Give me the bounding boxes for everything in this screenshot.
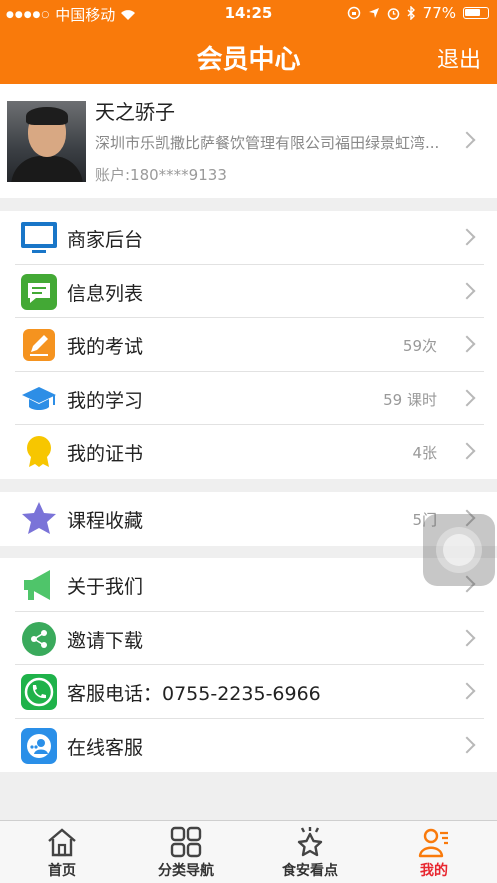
battery-icon [463, 7, 489, 19]
menu-item-label: 我的学习 [67, 389, 144, 412]
tab-label: 分类导航 [158, 863, 214, 879]
star-badge-icon [297, 827, 323, 857]
bluetooth-icon [407, 6, 415, 20]
chevron-right-icon [458, 131, 476, 149]
alarm-icon [387, 7, 399, 20]
menu-item-label: 我的证书 [67, 443, 144, 465]
chevron-right-icon [458, 682, 476, 700]
battery-percent: 77% [422, 4, 456, 22]
home-icon [48, 828, 76, 857]
chevron-right-icon [458, 282, 476, 299]
menu-group-main: 商家后台 信息列表 我的考试 59次 我的学习 59 课时 我的证书 4张 [0, 211, 497, 479]
menu-item-value: 59次 [402, 337, 437, 355]
tab-food-safety[interactable]: 食安看点 [248, 821, 372, 883]
monitor-icon [21, 222, 57, 253]
menu-item-value: 59 课时 [383, 390, 437, 409]
tab-label: 首页 [48, 863, 76, 879]
tab-label: 我的 [420, 863, 448, 879]
menu-item-my-learning[interactable]: 我的学习 59 课时 [0, 372, 497, 425]
tab-mine[interactable]: 我的 [372, 821, 496, 883]
graduation-cap-icon [22, 386, 56, 410]
message-icon [21, 273, 57, 310]
tab-label: 食安看点 [282, 863, 338, 879]
user-icon [418, 828, 448, 858]
menu-item-label: 在线客服 [67, 736, 144, 759]
tab-category-nav[interactable]: 分类导航 [124, 821, 248, 883]
rotation-lock-icon [347, 6, 360, 20]
menu-item-merchant-backend[interactable]: 商家后台 [0, 211, 497, 265]
certificate-medal-icon [27, 436, 51, 467]
menu-item-label: 客服电话：0755-2235-6966 [67, 683, 321, 705]
star-icon [22, 502, 56, 534]
menu-item-label: 我的考试 [67, 336, 144, 358]
exam-pencil-icon [23, 329, 55, 361]
menu-item-service-phone[interactable]: 客服电话：0755-2235-6966 [0, 665, 497, 719]
menu-item-my-exams[interactable]: 我的考试 59次 [0, 318, 497, 372]
chevron-right-icon [458, 228, 476, 246]
chevron-right-icon [458, 736, 476, 753]
profile-card[interactable]: 天之骄子 深圳市乐凯撒比萨餐饮管理有限公司福田绿景虹湾... 账户:180***… [0, 84, 497, 198]
location-icon [368, 8, 379, 18]
online-service-icon [21, 727, 57, 764]
status-bar: ●●●●○ 中国移动 14:25 77% [0, 0, 497, 26]
nav-bar: 会员中心 退出 [0, 26, 497, 84]
assistive-touch-button[interactable] [423, 514, 495, 586]
share-icon [22, 621, 56, 656]
user-company: 深圳市乐凯撒比萨餐饮管理有限公司福田绿景虹湾... [95, 134, 440, 152]
menu-item-label: 课程收藏 [67, 510, 144, 532]
chevron-right-icon [458, 442, 476, 460]
user-account: 账户:180****9133 [95, 166, 227, 184]
menu-item-label: 信息列表 [67, 282, 144, 305]
logout-button[interactable]: 退出 [437, 42, 481, 74]
chevron-right-icon [458, 389, 476, 406]
user-name: 天之骄子 [95, 100, 175, 124]
menu-item-value: 4张 [412, 444, 437, 462]
menu-item-label: 邀请下载 [67, 629, 144, 652]
tab-home[interactable]: 首页 [0, 821, 124, 883]
page-title: 会员中心 [196, 45, 301, 75]
menu-item-invite-download[interactable]: 邀请下载 [0, 612, 497, 665]
menu-item-label: 关于我们 [67, 576, 144, 598]
menu-item-my-certificates[interactable]: 我的证书 4张 [0, 425, 497, 479]
phone-icon [21, 674, 57, 710]
menu-item-label: 商家后台 [67, 229, 144, 251]
avatar [7, 101, 86, 182]
chevron-right-icon [458, 335, 476, 353]
megaphone-icon [24, 570, 50, 600]
menu-group-about: 关于我们 邀请下载 客服电话：0755-2235-6966 在线客服 [0, 558, 497, 772]
tab-bar: 首页 分类导航 食安看点 我的 [0, 820, 497, 883]
menu-item-messages[interactable]: 信息列表 [0, 265, 497, 318]
grid-icon [170, 826, 202, 858]
menu-item-online-service[interactable]: 在线客服 [0, 719, 497, 773]
chevron-right-icon [458, 629, 476, 646]
battery-level-fill [465, 9, 480, 16]
